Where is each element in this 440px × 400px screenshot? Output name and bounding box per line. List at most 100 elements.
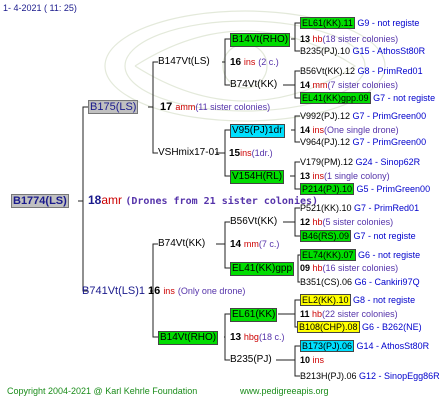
gen3-code-3: ins xyxy=(312,125,325,135)
gen2-drones-4: 13 hbg(18 c.) xyxy=(230,331,284,344)
gen1-num-2: 16 xyxy=(148,285,161,297)
gen4-row-1: EL61(KK).11 G9 - not registe xyxy=(300,17,419,29)
gen2-num-4: 13 xyxy=(230,332,242,343)
root-code: amr xyxy=(101,193,123,207)
gen3-queen-8[interactable]: B235(PJ) xyxy=(230,354,272,366)
gen4-queen-4[interactable]: EL41(KK)gpp.09 xyxy=(300,92,371,104)
gen3-queen-7[interactable]: EL61(KK) xyxy=(230,308,278,322)
gen4-queen-5[interactable]: V992(PJ).12 xyxy=(300,111,350,121)
gen3-note-1: (18 sister colonies) xyxy=(322,34,399,44)
gen4-row-6: V964(PJ).12 G7 - PrimGreen00 xyxy=(300,136,426,148)
gen2-note-1: (2 c.) xyxy=(258,57,279,67)
gen2-queen-3[interactable]: B74Vt(KK) xyxy=(158,238,205,250)
gen3-drones-5: 12 hb(5 sister colonies) xyxy=(300,216,393,228)
gen2-note-2: (1dr.) xyxy=(251,148,273,158)
gen3-drones-6: 09 hb(16 sister colonies) xyxy=(300,262,398,274)
gen4-info-6: G7 - PrimGreen00 xyxy=(352,137,427,147)
footer-site-link[interactable]: www.pedigreeapis.org xyxy=(240,385,329,397)
gen4-row-13: EL2(KK).10 G8 - not registe xyxy=(300,294,415,306)
gen4-queen-16[interactable]: B213H(PJ).06 xyxy=(300,371,357,381)
gen4-row-9: P521(KK).10 G7 - PrimRed01 xyxy=(300,202,419,214)
gen4-info-1: G9 - not registe xyxy=(357,18,420,28)
gen1-drones-1: 17 amm(11 sister colonies) xyxy=(160,101,270,113)
gen3-num-1: 13 xyxy=(300,34,311,44)
gen4-row-4: EL41(KK)gpp.09 G7 - not registe xyxy=(300,92,435,104)
root-note: (Drones from 21 sister colonies) xyxy=(125,196,319,207)
gen1-queen-2[interactable]: B741Vt(LS)1 xyxy=(82,285,145,297)
gen4-queen-11[interactable]: EL74(KK).07 xyxy=(300,249,356,261)
gen4-row-11: EL74(KK).07 G6 - not registe xyxy=(300,249,420,261)
gen4-queen-9[interactable]: P521(KK).10 xyxy=(300,203,352,213)
gen3-drones-2: 14 mm(7 sister colonies) xyxy=(300,79,398,91)
gen4-queen-12[interactable]: B351(CS).06 xyxy=(300,277,352,287)
gen2-drones-3: 14 mm(7 c.) xyxy=(230,238,279,251)
gen3-code-1: hb xyxy=(312,34,323,44)
gen4-queen-6[interactable]: V964(PJ).12 xyxy=(300,137,350,147)
gen4-row-2: B235(PJ).10 G15 - AthosSt80R xyxy=(300,45,425,57)
gen4-info-4: G7 - not registe xyxy=(373,93,436,103)
gen1-note-2: (Only one drone) xyxy=(177,286,246,296)
gen2-queen-4[interactable]: B14Vt(RHO) xyxy=(158,331,219,345)
gen4-queen-3[interactable]: B56Vt(KK).12 xyxy=(300,66,355,76)
gen4-queen-7[interactable]: V179(PM).12 xyxy=(300,157,353,167)
gen4-queen-8[interactable]: P214(PJ).10 xyxy=(300,183,355,195)
gen4-info-9: G7 - PrimRed01 xyxy=(354,203,420,213)
gen2-code-4: hbg xyxy=(243,332,259,342)
gen3-drones-1: 13 hb(18 sister colonies) xyxy=(300,33,398,45)
gen2-num-2: 15 xyxy=(229,148,241,159)
gen1-drones-2: 16 ins (Only one drone) xyxy=(148,285,245,297)
gen4-info-11: G6 - not registe xyxy=(358,250,421,260)
gen3-queen-2[interactable]: B74Vt(KK) xyxy=(230,79,277,91)
gen4-info-3: G8 - PrimRed01 xyxy=(357,66,423,76)
gen4-row-8: P214(PJ).10 G5 - PrimGreen00 xyxy=(300,183,430,195)
gen3-num-4: 13 xyxy=(300,171,311,181)
gen3-code-5: hb xyxy=(312,217,323,227)
gen3-queen-5[interactable]: B56Vt(KK) xyxy=(230,216,277,228)
gen3-note-6: (16 sister colonies) xyxy=(322,263,399,273)
gen3-drones-7: 11 hb(22 sister colonies) xyxy=(300,308,398,320)
gen4-queen-10[interactable]: B46(RS).09 xyxy=(300,230,352,242)
gen2-drones-2: 15ins(1dr.) xyxy=(229,147,273,160)
gen4-info-14: G6 - B262(NE) xyxy=(362,322,422,332)
footer-copyright: Copyright 2004-2021 @ Karl Kehrle Founda… xyxy=(7,386,198,396)
gen2-code-2: ins xyxy=(240,148,252,158)
gen4-row-7: V179(PM).12 G24 - Sinop62R xyxy=(300,156,420,168)
gen3-num-5: 12 xyxy=(300,217,311,227)
gen4-row-15: B173(PJ).06 G14 - AthosSt80R xyxy=(300,340,429,352)
gen3-code-2: mm xyxy=(312,80,328,90)
gen4-row-3: B56Vt(KK).12 G8 - PrimRed01 xyxy=(300,65,423,77)
gen3-queen-4[interactable]: V154H(RL) xyxy=(230,170,285,184)
gen3-queen-3[interactable]: V95(PJ)1dr xyxy=(230,124,285,138)
root-drones: 18amr (Drones from 21 sister colonies) xyxy=(88,194,318,208)
gen3-queen-6[interactable]: EL41(KK)gpp xyxy=(230,262,295,276)
gen3-note-2: (7 sister colonies) xyxy=(327,80,399,90)
gen4-info-16: G12 - SinopEgg86R xyxy=(359,371,440,381)
gen3-queen-1[interactable]: B14Vt(RHO) xyxy=(230,33,291,47)
gen4-info-2: G15 - AthosSt80R xyxy=(352,46,426,56)
gen1-queen-1[interactable]: B175(LS) xyxy=(88,100,139,114)
gen4-info-7: G24 - Sinop62R xyxy=(355,157,421,167)
gen2-queen-2[interactable]: VSHmix17-01 xyxy=(158,147,220,159)
gen2-queen-1[interactable]: B147Vt(LS) xyxy=(158,56,210,68)
root-queen[interactable]: B1774(LS) xyxy=(11,194,69,208)
gen4-info-15: G14 - AthosSt80R xyxy=(356,341,430,351)
gen4-queen-1[interactable]: EL61(KK).11 xyxy=(300,17,355,29)
gen4-queen-15[interactable]: B173(PJ).06 xyxy=(300,340,355,352)
gen4-info-12: G6 - Cankiri97Q xyxy=(354,277,420,287)
gen4-row-10: B46(RS).09 G7 - not registe xyxy=(300,230,416,242)
gen4-info-8: G5 - PrimGreen00 xyxy=(356,184,431,194)
gen4-info-13: G8 - not registe xyxy=(353,295,416,305)
gen3-num-7: 11 xyxy=(300,309,310,319)
gen4-row-16: B213H(PJ).06 G12 - SinopEgg86R xyxy=(300,370,440,382)
gen3-drones-4: 13 ins(1 single colony) xyxy=(300,170,390,182)
gen4-row-12: B351(CS).06 G6 - Cankiri97Q xyxy=(300,276,420,288)
gen3-num-3: 14 xyxy=(300,125,311,135)
gen1-code-1: amm xyxy=(175,102,196,112)
gen4-queen-2[interactable]: B235(PJ).10 xyxy=(300,46,350,56)
gen2-num-3: 14 xyxy=(230,239,242,250)
gen2-code-1: ins xyxy=(243,57,256,67)
gen4-queen-14[interactable]: B108(CHP).08 xyxy=(297,321,360,333)
root-num: 18 xyxy=(88,193,102,207)
gen4-info-5: G7 - PrimGreen00 xyxy=(352,111,427,121)
gen4-queen-13[interactable]: EL2(KK).10 xyxy=(300,294,351,306)
